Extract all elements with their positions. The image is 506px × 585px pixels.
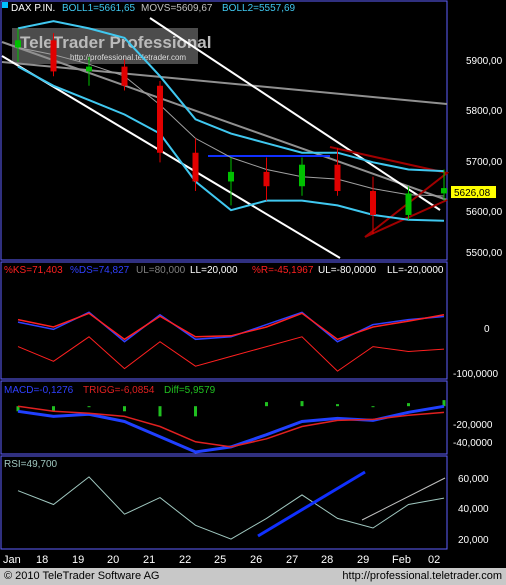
stoch-ul-label: UL=80,000: [136, 265, 186, 276]
candle-body: [370, 191, 376, 215]
trigg-label: TRIGG=-6,0854: [83, 385, 155, 396]
watermark-url: http://professional.teletrader.com: [70, 53, 186, 62]
price-y-tick: 5600,00: [466, 207, 503, 218]
panel-marker-icon: [2, 2, 8, 8]
x-tick-label: 25: [214, 554, 226, 566]
macd-y-tick: -40,0000: [453, 438, 493, 449]
candle-body: [405, 193, 412, 215]
ks-label: %KS=71,403: [4, 265, 63, 276]
rsi-y-tick: 60,000: [458, 474, 489, 485]
chart-frame: TeleTrader Professional http://professio…: [0, 0, 506, 585]
symbol-label: DAX P.IN.: [11, 3, 55, 14]
chart-svg: TeleTrader Professional http://professio…: [0, 0, 506, 568]
stoch-y-tick: -100,0000: [453, 369, 498, 380]
footer-bar: © 2010 TeleTrader Software AG http://pro…: [0, 568, 506, 585]
x-tick-label: 19: [72, 554, 84, 566]
candle-body: [121, 66, 128, 86]
rsi-label: RSI=49,700: [4, 459, 58, 470]
macd-label: MACD=-0,1276: [4, 385, 74, 396]
last-price-label: 5626,08: [454, 188, 491, 199]
price-y-tick: 5800,00: [466, 106, 503, 117]
x-tick-label: Jan: [3, 554, 21, 566]
stoch-ll2-label: LL=-20,0000: [387, 265, 444, 276]
stoch-ul2-label: UL=-80,0000: [318, 265, 377, 276]
ds-label: %DS=74,827: [70, 265, 130, 276]
x-tick-label: 28: [321, 554, 333, 566]
footer-url[interactable]: http://professional.teletrader.com: [342, 570, 502, 582]
candle-body: [15, 40, 21, 48]
diff-label: Diff=5,9579: [164, 385, 216, 396]
r-label: %R=-45,1967: [252, 265, 314, 276]
price-y-tick: 5500,00: [466, 248, 503, 259]
macd-y-tick: -20,0000: [453, 420, 493, 431]
x-tick-label: 22: [179, 554, 191, 566]
stoch-ll-label: LL=20,000: [190, 265, 238, 276]
candle-body: [228, 171, 234, 182]
watermark: TeleTrader Professional http://professio…: [12, 28, 211, 64]
candle-body: [263, 171, 270, 187]
boll1-label: BOLL1=5661,65: [62, 3, 136, 14]
x-tick-label: 29: [357, 554, 369, 566]
price-y-tick: 5700,00: [466, 157, 503, 168]
candle-body: [334, 164, 341, 192]
x-tick-label: 20: [107, 554, 119, 566]
price-y-tick: 5900,00: [466, 56, 503, 67]
stoch-y-tick: 0: [484, 324, 490, 335]
copyright-text: © 2010 TeleTrader Software AG: [4, 570, 160, 582]
rsi-y-tick: 20,000: [458, 535, 489, 546]
rsi-y-tick: 40,000: [458, 504, 489, 515]
x-tick-label: 27: [286, 554, 298, 566]
x-tick-label: 21: [143, 554, 155, 566]
boll2-label: BOLL2=5557,69: [222, 3, 296, 14]
candle-body: [441, 188, 447, 194]
x-tick-label: 02: [428, 554, 440, 566]
movs-label: MOVS=5609,67: [141, 3, 213, 14]
candle-body: [157, 85, 163, 153]
candle-body: [50, 40, 57, 72]
x-tick-label: 18: [36, 554, 48, 566]
candle-body: [192, 152, 199, 182]
x-tick-label: Feb: [392, 554, 411, 566]
x-tick-label: 26: [250, 554, 262, 566]
candle-body: [86, 66, 92, 72]
candle-body: [299, 164, 305, 187]
